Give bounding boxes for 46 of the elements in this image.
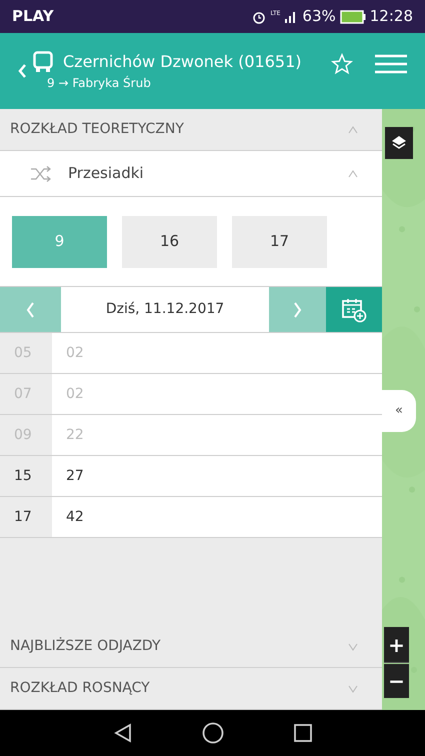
favorite-button[interactable]	[331, 53, 353, 75]
chevron-left-icon	[26, 302, 35, 318]
layers-icon	[391, 135, 407, 151]
back-icon	[18, 64, 27, 78]
section-title: ROZKŁAD TEORETYCZNY	[10, 120, 184, 139]
calendar-button[interactable]	[326, 287, 382, 332]
section-title: ROZKŁAD ROSNĄCY	[10, 679, 150, 698]
recents-nav-icon[interactable]	[294, 724, 312, 742]
battery-icon	[340, 10, 366, 24]
clock: 12:28	[370, 6, 413, 28]
minutes-cell-text: 02	[65, 344, 85, 362]
calendar-add-icon	[341, 296, 367, 322]
route-direction: 9 → Fabryka Śrub	[47, 74, 152, 92]
minutes-cell-text: 42	[65, 508, 85, 526]
minutes-cell-text: 02	[65, 384, 85, 404]
stop-name: Czernichów Dzwonek (01651)	[63, 51, 302, 73]
layers-button[interactable]	[385, 127, 413, 159]
bus-icon	[33, 51, 53, 73]
carrier-name: PLAY	[12, 6, 54, 28]
collapse-map-button[interactable]: «	[382, 390, 416, 432]
alarm-icon	[252, 10, 266, 24]
line-button[interactable]: 17	[232, 216, 327, 268]
shuffle-icon	[30, 166, 52, 182]
back-button[interactable]	[18, 64, 27, 78]
back-nav-icon[interactable]	[114, 723, 132, 743]
minutes-cell-text: 22	[65, 426, 85, 444]
transfers-row[interactable]: Przesiadki	[0, 151, 382, 197]
hour-cell: 17	[0, 497, 52, 537]
menu-button[interactable]	[375, 54, 407, 74]
battery-percent: 63%	[302, 6, 336, 28]
line-button[interactable]: 16	[122, 216, 217, 268]
home-nav-icon[interactable]	[202, 722, 224, 744]
chevron-down-icon	[348, 684, 358, 692]
chevron-up-icon	[348, 170, 358, 178]
date-label: Dziś, 11.12.2017	[104, 300, 226, 319]
zoom-out-button[interactable]: −	[384, 664, 409, 698]
chevron-right-icon	[293, 302, 302, 318]
hour-cell: 15	[0, 456, 52, 496]
chevron-up-icon	[348, 126, 358, 134]
minutes-cell-text: 27	[65, 466, 85, 486]
section-title: NAJBLIŻSZE ODJAZDY	[10, 636, 160, 656]
chevron-down-icon	[348, 642, 358, 650]
zoom-in-button[interactable]: +	[384, 627, 409, 663]
menu-icon	[375, 54, 407, 74]
star-icon	[331, 53, 353, 75]
transfers-label: Przesiadki	[68, 163, 145, 184]
